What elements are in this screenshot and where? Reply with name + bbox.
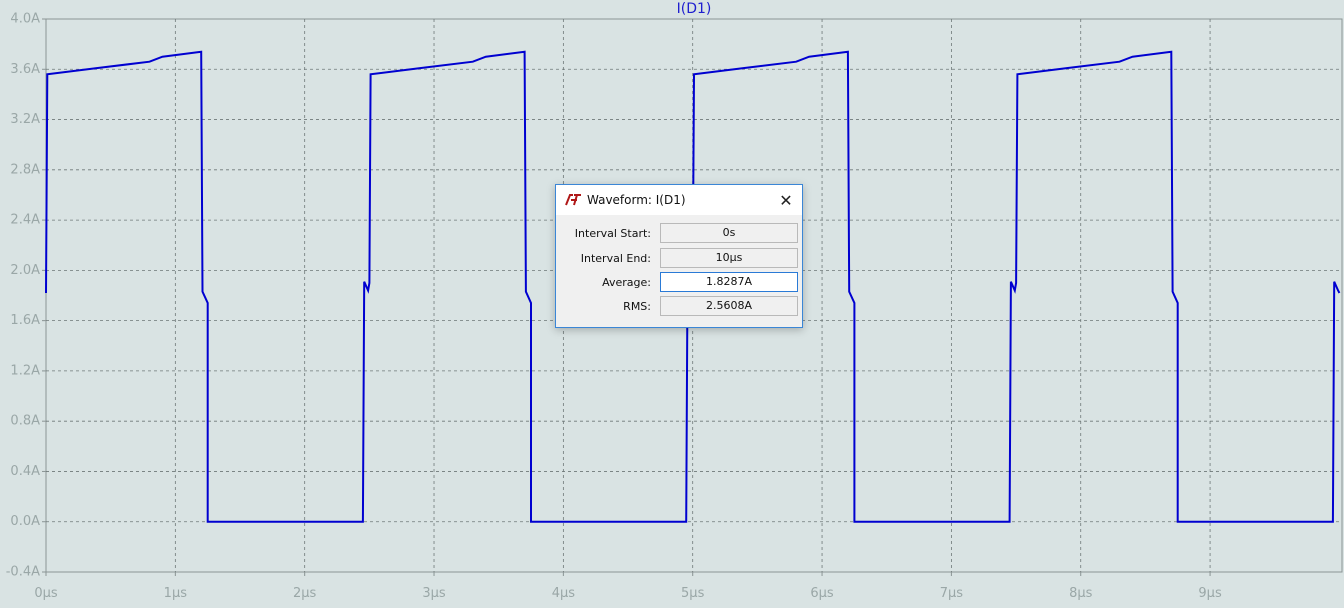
average-label: Average: — [602, 276, 651, 289]
interval-start-field[interactable]: 0s — [660, 223, 798, 243]
interval-start-row: Interval Start: 0s — [556, 223, 802, 245]
y-tick-label: 1.2A — [10, 363, 40, 378]
x-tick-label: 5µs — [681, 586, 705, 601]
y-tick-label: 3.6A — [10, 62, 40, 77]
interval-start-label: Interval Start: — [574, 227, 651, 240]
average-field[interactable]: 1.8287A — [660, 272, 798, 292]
x-tick-label: 0µs — [34, 586, 58, 601]
average-row: Average: 1.8287A — [556, 272, 802, 294]
rms-label: RMS: — [623, 300, 651, 313]
y-tick-label: 3.2A — [10, 112, 40, 127]
trace-title[interactable]: I(D1) — [677, 1, 712, 17]
y-tick-label: 2.0A — [10, 263, 40, 278]
y-tick-label: 2.8A — [10, 162, 40, 177]
interval-end-field[interactable]: 10µs — [660, 248, 798, 268]
rms-row: RMS: 2.5608A — [556, 296, 802, 318]
x-tick-label: 3µs — [422, 586, 446, 601]
y-tick-label: 0.0A — [10, 514, 40, 529]
close-icon[interactable]: ✕ — [776, 190, 796, 210]
x-tick-label: 8µs — [1069, 586, 1093, 601]
waveform-dialog: Waveform: I(D1) ✕ Interval Start: 0s Int… — [555, 184, 803, 328]
dialog-titlebar[interactable]: Waveform: I(D1) ✕ — [556, 185, 802, 215]
x-tick-label: 9µs — [1198, 586, 1222, 601]
x-tick-label: 4µs — [552, 586, 576, 601]
ltspice-logo-icon — [565, 194, 581, 206]
x-tick-label: 1µs — [164, 586, 188, 601]
y-tick-label: 0.8A — [10, 414, 40, 429]
y-tick-label: 4.0A — [10, 12, 40, 27]
y-tick-label: 0.4A — [10, 464, 40, 479]
x-tick-label: 7µs — [940, 586, 964, 601]
x-tick-label: 2µs — [293, 586, 317, 601]
rms-field[interactable]: 2.5608A — [660, 296, 798, 316]
x-tick-label: 6µs — [810, 586, 834, 601]
y-tick-label: -0.4A — [6, 565, 40, 580]
y-tick-label: 2.4A — [10, 213, 40, 228]
dialog-title: Waveform: I(D1) — [587, 193, 686, 207]
y-tick-label: 1.6A — [10, 313, 40, 328]
interval-end-row: Interval End: 10µs — [556, 248, 802, 270]
interval-end-label: Interval End: — [580, 252, 651, 265]
